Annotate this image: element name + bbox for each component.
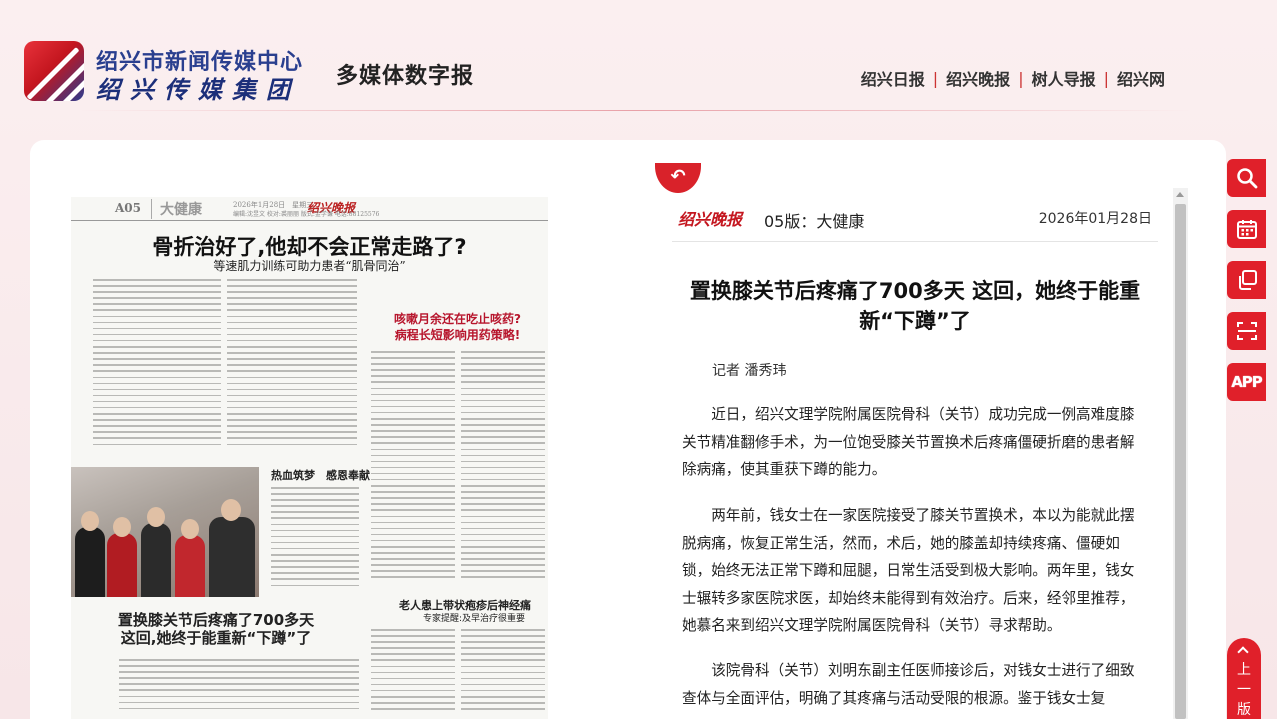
copy-icon [1238, 270, 1257, 290]
calendar-button[interactable] [1227, 210, 1266, 248]
article-scrollbar[interactable] [1173, 188, 1188, 719]
paper-text-block[interactable] [461, 629, 545, 719]
link-separator: | [932, 68, 939, 88]
calendar-icon [1236, 220, 1257, 239]
paper-section: 大健康 [151, 199, 221, 219]
paper-topbar: A05 大健康 2026年1月28日 星期三 绍兴晚报 编辑:沈昱文 校对:裘丽… [71, 197, 548, 221]
copy-button[interactable] [1227, 261, 1266, 299]
link-shaoxing-net[interactable]: 绍兴网 [1117, 66, 1165, 90]
scan-button[interactable] [1227, 312, 1266, 350]
paper-text-block[interactable] [93, 279, 221, 457]
article-date: 2026年01月28日 [1038, 211, 1152, 227]
paper-text-block[interactable] [461, 351, 545, 591]
article-byline: 记者 潘秀玮 [712, 363, 787, 379]
site-header: 绍兴市新闻传媒中心 绍兴传媒集团 多媒体数字报 绍兴日报 | 绍兴晚报 | 树人… [0, 0, 1277, 112]
scan-icon [1236, 322, 1257, 340]
article-title: 置换膝关节后疼痛了700多天 这回，她终于能重新“下蹲”了 [689, 279, 1141, 333]
paper-photo-caption-title[interactable]: 热血筑梦 感恩奉献 [271, 467, 371, 483]
paper-story2-title-line2: 病程长短影响用药策略! [394, 328, 521, 342]
group-name: 绍兴传媒集团 [96, 75, 300, 104]
logo-icon[interactable] [24, 41, 84, 101]
search-icon [1236, 168, 1257, 189]
back-arrow-icon: ↶ [670, 166, 686, 187]
link-shuren-daobao[interactable]: 树人导报 [1032, 66, 1096, 90]
paper-page-code: A05 [115, 201, 142, 215]
scroll-up-icon[interactable] [1176, 192, 1184, 197]
paper-story4-subtitle: 专家提醒:及早治疗很重要 [423, 614, 526, 624]
link-shaoxing-evening[interactable]: 绍兴晚报 [946, 66, 1010, 90]
newspaper-links: 绍兴日报 | 绍兴晚报 | 树人导报 | 绍兴网 [861, 66, 1165, 90]
site-title: 多媒体数字报 [336, 64, 475, 89]
paper-text-block[interactable] [227, 279, 357, 457]
scroll-thumb[interactable] [1175, 204, 1186, 719]
paper-editor-line: 编辑:沈昱文 校对:裘丽丽 版式:金学谦 电话:88125576 [233, 211, 380, 218]
newspaper-page[interactable]: A05 大健康 2026年1月28日 星期三 绍兴晚报 编辑:沈昱文 校对:裘丽… [71, 197, 548, 719]
paper-text-block[interactable] [371, 629, 455, 719]
previous-page-button[interactable]: 上一版 [1227, 638, 1261, 719]
app-label: APP [1231, 373, 1263, 391]
link-separator: | [1103, 68, 1109, 88]
previous-page-label: 上一版 [1237, 662, 1251, 718]
link-shaoxing-daily[interactable]: 绍兴日报 [861, 66, 925, 90]
paper-text-block[interactable] [371, 351, 455, 591]
paper-story2-title-line1: 咳嗽月余还在吃止咳药? [394, 312, 521, 326]
paper-story3-title-line2[interactable]: 这回,她终于能重新“下蹲”了 [71, 627, 361, 648]
paper-text-block[interactable] [271, 487, 359, 597]
article-paragraph: 两年前，钱女士在一家医院接受了膝关节置换术，本以为能就此摆脱病痛，恢复正常生活，… [682, 507, 1135, 634]
article-paragraph: 该院骨科（关节）刘明东副主任医师接诊后，对钱女士进行了细致查体与全面评估，明确了… [682, 662, 1135, 707]
chevron-up-icon [1237, 646, 1249, 658]
paper-story2-title[interactable]: 咳嗽月余还在吃止咳药? 病程长短影响用药策略! [367, 311, 548, 343]
app-button[interactable]: APP [1227, 363, 1266, 401]
paper-photo[interactable] [71, 467, 259, 597]
link-separator: | [1018, 68, 1024, 88]
article-masthead: 绍兴晚报 [678, 210, 743, 229]
article-page-label[interactable]: 05版：大健康 [764, 208, 864, 232]
search-button[interactable] [1227, 159, 1266, 197]
header-divider [80, 110, 1190, 111]
article-paragraph: 近日，绍兴文理学院附属医院骨科（关节）成功完成一例高难度膝关节精准翻修手术，为一… [682, 406, 1135, 478]
article-header: 绍兴晚报 05版：大健康 2026年01月28日 [672, 198, 1158, 242]
paper-subhead: 等速肌力训练可助力患者“肌骨同治” [213, 259, 406, 273]
paper-text-block[interactable] [119, 659, 359, 719]
